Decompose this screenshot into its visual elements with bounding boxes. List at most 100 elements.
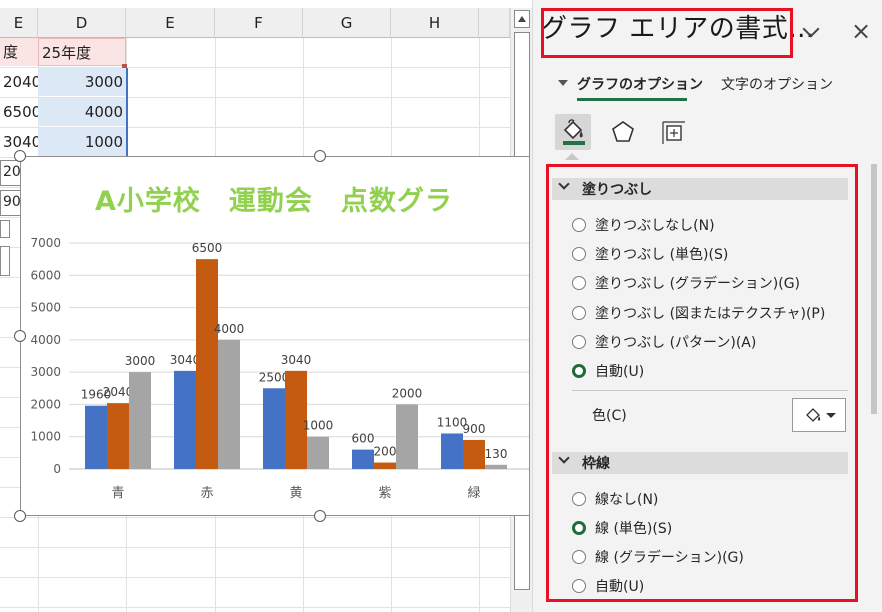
y-tick-label: 0 (53, 462, 61, 476)
chevron-down-icon[interactable] (801, 22, 821, 42)
column-header[interactable]: E (126, 8, 215, 38)
radio-icon[interactable] (572, 492, 586, 506)
chart-bar[interactable] (174, 370, 196, 469)
radio-selected-icon[interactable] (572, 521, 586, 535)
chart-bar[interactable] (307, 436, 329, 469)
data-label: 3000 (125, 354, 156, 368)
data-label: 3040 (281, 353, 312, 367)
active-tab-underline (577, 98, 687, 101)
radio-icon[interactable] (572, 276, 586, 290)
x-tick-label: 黄 (289, 486, 302, 501)
y-tick-label: 2000 (30, 397, 61, 411)
pane-sections: 塗りつぶし 塗りつぶしなし(N) 塗りつぶし (単色)(S) 塗りつぶし (グラ… (548, 164, 860, 602)
cell[interactable]: 4000 (38, 98, 126, 126)
data-label: 2500 (259, 370, 290, 384)
chart-bar[interactable] (196, 259, 218, 469)
radio-line-gradient[interactable]: 線 (グラデーション)(G) (572, 546, 744, 568)
cell[interactable]: 6500 (0, 98, 38, 126)
chart-bar[interactable] (374, 462, 396, 469)
x-tick-label: 紫 (378, 486, 391, 501)
section-header-fill[interactable]: 塗りつぶし (552, 178, 848, 200)
caret-down-icon[interactable] (558, 80, 568, 86)
effects-icon[interactable] (605, 114, 641, 150)
tab-chart-options[interactable]: グラフのオプション (577, 74, 703, 94)
radio-icon[interactable] (572, 247, 586, 261)
radio-fill-none[interactable]: 塗りつぶしなし(N) (572, 214, 715, 236)
y-tick-label: 7000 (30, 236, 61, 250)
column-header[interactable]: F (215, 8, 303, 38)
section-header-border[interactable]: 枠線 (552, 452, 848, 474)
radio-line-solid[interactable]: 線 (単色)(S) (572, 517, 672, 539)
radio-icon[interactable] (572, 550, 586, 564)
cell-fragment[interactable] (0, 220, 10, 238)
resize-handle[interactable] (14, 330, 26, 342)
radio-selected-icon[interactable] (572, 364, 586, 378)
chart-bar[interactable] (396, 404, 418, 469)
chart-bar[interactable] (352, 449, 374, 469)
resize-handle[interactable] (14, 510, 26, 522)
chart-bar[interactable] (485, 464, 507, 469)
x-tick-label: 青 (111, 486, 124, 501)
data-label: 2040 (103, 385, 134, 399)
tab-text-options[interactable]: 文字のオプション (721, 74, 833, 94)
chevron-down-icon (558, 452, 570, 464)
resize-handle[interactable] (14, 150, 26, 162)
cell[interactable]: 3000 (38, 68, 126, 96)
chart-bar[interactable] (441, 433, 463, 469)
chart-bar[interactable] (218, 339, 240, 469)
y-tick-label: 6000 (30, 268, 61, 282)
radio-fill-picture[interactable]: 塗りつぶし (図またはテクスチャ)(P) (572, 302, 825, 324)
column-header[interactable] (479, 8, 510, 38)
resize-handle[interactable] (314, 510, 326, 522)
cell[interactable]: 2040 (0, 68, 38, 96)
cell[interactable]: 度 (0, 38, 38, 66)
y-tick-label: 3000 (30, 365, 61, 379)
radio-fill-solid[interactable]: 塗りつぶし (単色)(S) (572, 243, 728, 265)
radio-fill-pattern[interactable]: 塗りつぶし (パターン)(A) (572, 331, 756, 353)
cell[interactable]: 25年度 (38, 38, 126, 66)
pane-scrollbar[interactable] (871, 164, 877, 414)
radio-icon[interactable] (572, 306, 586, 320)
column-header[interactable]: E (0, 8, 38, 38)
radio-line-none[interactable]: 線なし(N) (572, 488, 658, 510)
chart-title[interactable]: A小学校 運動会 点数グラ (95, 179, 453, 218)
column-header[interactable]: D (38, 8, 126, 38)
cell[interactable]: 1000 (38, 128, 126, 156)
radio-line-auto[interactable]: 自動(U) (572, 575, 644, 597)
y-tick-label: 4000 (30, 333, 61, 347)
data-label: 130 (485, 447, 508, 461)
column-header[interactable]: G (303, 8, 391, 38)
y-tick-label: 1000 (30, 430, 61, 444)
chart-bar[interactable] (129, 372, 151, 469)
chart-bar[interactable] (85, 405, 107, 469)
resize-handle[interactable] (314, 150, 326, 162)
radio-fill-auto[interactable]: 自動(U) (572, 360, 644, 382)
data-label: 6500 (192, 241, 223, 255)
fill-line-icon[interactable] (555, 114, 591, 150)
data-label: 4000 (214, 322, 245, 336)
selected-icon-pointer (565, 153, 579, 160)
chart-bar[interactable] (263, 388, 285, 469)
chart-area[interactable]: 0 1000 2000 3000 4000 5000 6000 7000 1960 2040 300… (20, 156, 530, 516)
radio-icon[interactable] (572, 218, 586, 232)
x-tick-label: 緑 (467, 486, 480, 501)
color-picker-button[interactable] (792, 398, 846, 432)
divider (572, 390, 848, 391)
radio-icon[interactable] (572, 335, 586, 349)
range-border (126, 68, 128, 158)
scroll-up-icon[interactable] (514, 10, 530, 28)
size-properties-icon[interactable] (655, 114, 691, 150)
column-header[interactable]: H (391, 8, 479, 38)
radio-fill-gradient[interactable]: 塗りつぶし (グラデーション)(G) (572, 272, 800, 294)
color-label: 色(C) (592, 408, 627, 424)
data-label: 200 (374, 445, 397, 459)
data-label: 2000 (392, 386, 423, 400)
close-icon[interactable]: × (851, 19, 871, 43)
data-label: 600 (352, 432, 375, 446)
chevron-down-icon (558, 178, 570, 190)
chart-bar[interactable] (463, 439, 485, 469)
radio-icon[interactable] (572, 579, 586, 593)
x-tick-label: 赤 (200, 486, 213, 501)
cell-fragment[interactable] (0, 246, 10, 276)
chart-bar[interactable] (107, 403, 129, 469)
